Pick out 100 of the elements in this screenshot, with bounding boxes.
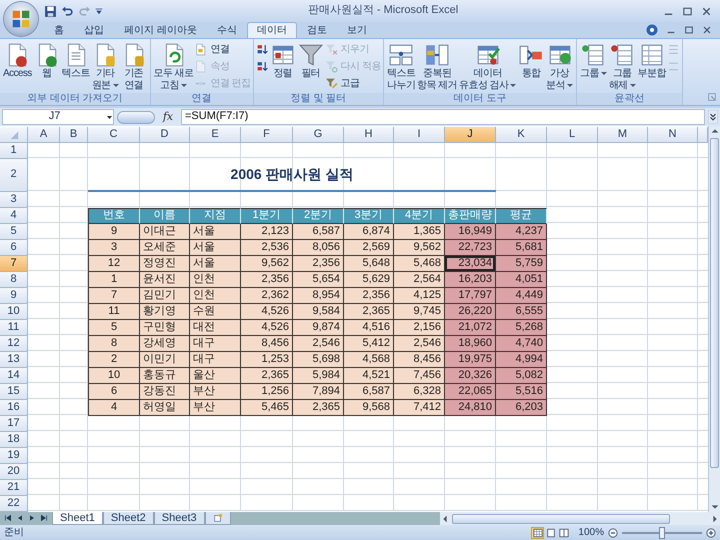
dialog-launcher-icon[interactable] (708, 93, 716, 101)
restore-icon[interactable] (684, 25, 694, 35)
function-button[interactable]: fx (158, 110, 178, 124)
column-header[interactable]: F (241, 127, 293, 143)
column-header[interactable]: B (60, 127, 88, 143)
zoom-out-icon[interactable] (608, 528, 618, 538)
slider-thumb[interactable] (659, 526, 665, 538)
column-header[interactable]: J (445, 127, 496, 143)
column-header[interactable]: I (394, 127, 445, 143)
table-cell: 5,629 (344, 272, 394, 288)
status-text: 준비 (4, 526, 24, 538)
zoom-in-icon[interactable] (706, 528, 716, 538)
ribbon-button[interactable]: 필터 (296, 41, 325, 81)
ribbon-button[interactable]: 그룹 해제 (608, 41, 637, 93)
ribbon-button[interactable]: 통합 (517, 41, 546, 81)
column-header[interactable]: E (190, 127, 241, 143)
ribbon-button[interactable]: 그룹 (578, 41, 608, 81)
ribbon-button[interactable]: 텍스트 (60, 41, 91, 81)
table-cell: 5,984 (293, 368, 344, 384)
column-header[interactable]: N (648, 127, 698, 143)
ribbon-tab[interactable]: 데이터 (246, 22, 297, 38)
row-header[interactable]: 19 (0, 448, 28, 464)
row-header[interactable]: 2 (0, 159, 28, 192)
formula-field[interactable]: =SUM(F7:I7) (181, 109, 705, 125)
ribbon-button[interactable] (256, 42, 269, 57)
close-icon[interactable] (701, 6, 712, 16)
maximize-icon[interactable] (682, 6, 693, 16)
row-header[interactable]: 12 (0, 336, 28, 352)
column-header[interactable]: H (344, 127, 394, 143)
row-header[interactable]: 18 (0, 432, 28, 448)
ribbon-button[interactable]: Access (2, 41, 33, 81)
horizontal-scrollbar[interactable] (440, 512, 720, 525)
row-header[interactable]: 20 (0, 464, 28, 480)
previous-sheet-icon[interactable] (16, 514, 24, 522)
column-header[interactable]: A (28, 127, 60, 143)
save-button[interactable] (44, 4, 57, 18)
row-header[interactable]: 1 (0, 143, 28, 159)
row-header[interactable]: 14 (0, 368, 28, 384)
row-header[interactable]: 17 (0, 416, 28, 432)
table-cell: 오세준 (140, 240, 190, 256)
ribbon-button[interactable]: 중복된 항목 제거 (416, 41, 458, 93)
row-header[interactable]: 22 (0, 496, 28, 512)
view-button[interactable] (531, 526, 544, 538)
row-header[interactable]: 6 (0, 240, 28, 256)
row-header[interactable]: 15 (0, 384, 28, 400)
expand-icon[interactable] (708, 110, 718, 124)
row-header[interactable]: 3 (0, 192, 28, 208)
row-header[interactable]: 4 (0, 208, 28, 224)
ribbon-button[interactable]: 모두 새로 고침 (152, 41, 194, 93)
row-header[interactable]: 13 (0, 352, 28, 368)
row-header[interactable]: 5 (0, 224, 28, 240)
customize-button[interactable] (95, 7, 103, 15)
ribbon-tab[interactable]: 삽입 (74, 22, 114, 38)
row-header[interactable]: 11 (0, 320, 28, 336)
table-cell: 4,526 (241, 304, 293, 320)
vertical-scrollbar[interactable] (708, 126, 720, 512)
table-cell: 인천 (190, 288, 241, 304)
ribbon-button[interactable]: 부분합 (636, 41, 667, 81)
ribbon-button[interactable]: 기존 연결 (120, 41, 148, 93)
ribbon-button[interactable]: 데이터 유효성 검사 (458, 41, 518, 93)
first-sheet-icon[interactable] (4, 514, 12, 522)
ribbon-button[interactable] (256, 59, 269, 74)
ribbon-button[interactable]: 텍스트 나누기 (386, 41, 416, 93)
ribbon-button[interactable]: 고급 (324, 76, 381, 91)
ribbon-tab[interactable]: 페이지 레이아웃 (114, 22, 207, 38)
ribbon-button[interactable]: 기타 원본 (90, 41, 120, 93)
row-header[interactable]: 21 (0, 480, 28, 496)
row-header[interactable]: 10 (0, 304, 28, 320)
row-header[interactable]: 16 (0, 400, 28, 416)
row-header[interactable]: 7 (0, 256, 28, 272)
column-header[interactable]: C (88, 127, 140, 143)
close-icon[interactable] (702, 25, 712, 35)
name-box[interactable]: J7 (2, 109, 114, 125)
insert-sheet-button[interactable] (204, 512, 231, 525)
office-button[interactable] (4, 2, 38, 36)
sheet-tab[interactable]: Sheet2 (102, 512, 154, 525)
column-header[interactable]: G (293, 127, 344, 143)
ribbon-button[interactable]: 연결 (194, 42, 251, 57)
table-cell: 울산 (190, 368, 241, 384)
view-button[interactable] (557, 526, 570, 538)
resize-handle[interactable] (117, 110, 155, 124)
column-header[interactable]: D (140, 127, 190, 143)
last-sheet-icon[interactable] (40, 514, 48, 522)
ribbon-button[interactable]: 정렬 (268, 41, 297, 81)
column-header[interactable]: K (496, 127, 547, 143)
undo-button[interactable] (61, 4, 74, 18)
next-sheet-icon[interactable] (28, 514, 36, 522)
sheet-tab[interactable]: Sheet3 (154, 512, 205, 525)
ribbon-tab[interactable]: 홈 (44, 22, 74, 38)
ribbon-tab[interactable]: 검토 (296, 22, 337, 38)
ribbon-button[interactable]: 웹 (32, 41, 61, 81)
ribbon-tab[interactable]: 보기 (336, 22, 377, 38)
column-header[interactable]: M (598, 127, 648, 143)
column-header[interactable]: L (547, 127, 598, 143)
sheet-tab[interactable]: Sheet1 (52, 512, 103, 525)
row-header[interactable]: 8 (0, 272, 28, 288)
ribbon-tab[interactable]: 수식 (206, 22, 247, 38)
ribbon-button[interactable]: 가상 분석 (545, 41, 574, 93)
table-cell: 6,587 (293, 224, 344, 240)
row-header[interactable]: 9 (0, 288, 28, 304)
